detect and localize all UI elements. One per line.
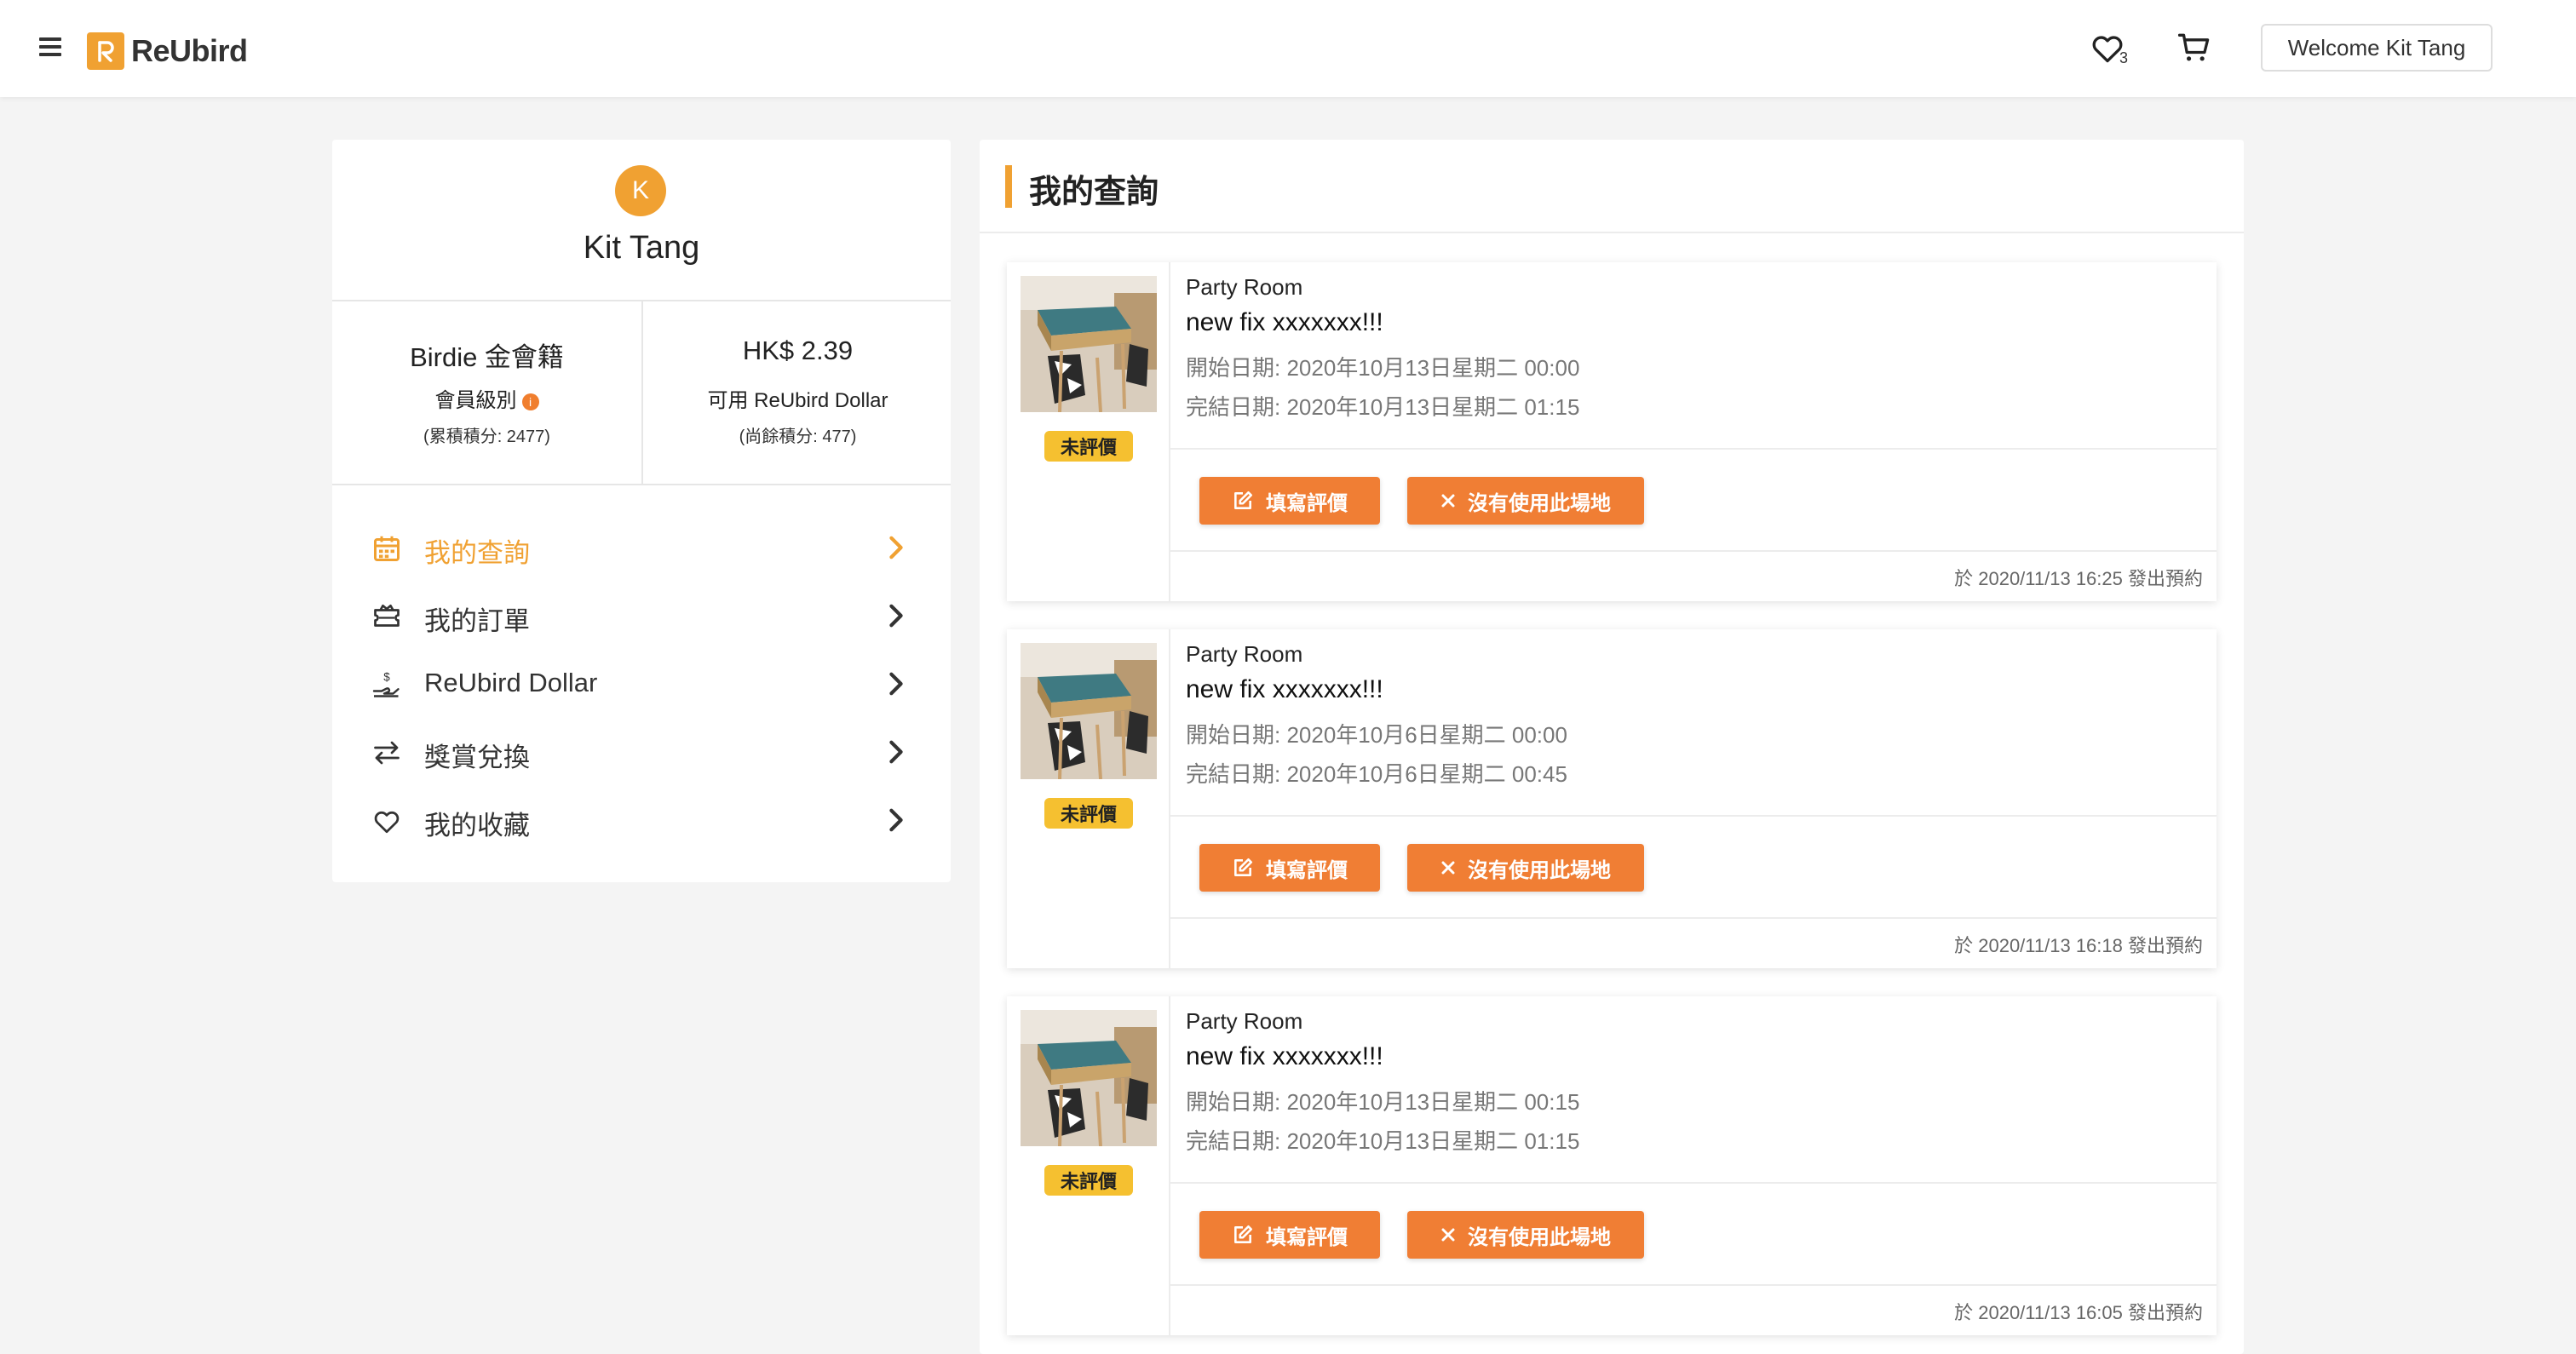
enquiries-panel: 我的查詢 未評價 Party Room new fix xxxxxxx!!! 開… xyxy=(980,140,2244,1354)
membership-label-row: 會員級別 i xyxy=(332,383,641,413)
menu-item-label: ReUbird Dollar xyxy=(424,668,598,697)
logo-mark-icon xyxy=(87,32,124,70)
menu-item-my-orders[interactable]: 我的訂單 xyxy=(332,582,951,651)
profile-panel: K Kit Tang Birdie 金會籍 會員級別 i (累積積分: 2477)… xyxy=(332,140,951,882)
profile-name: Kit Tang xyxy=(583,230,700,266)
chevron-right-icon xyxy=(888,807,905,833)
edit-icon xyxy=(1234,491,1253,509)
venue-category: Party Room xyxy=(1186,1008,1303,1034)
venue-name[interactable]: new fix xxxxxxx!!! xyxy=(1186,1042,1383,1071)
menu-item-reubird-dollar[interactable]: $ ReUbird Dollar xyxy=(332,651,951,719)
svg-text:$: $ xyxy=(383,671,390,684)
avatar: K xyxy=(615,165,666,216)
menu-item-my-enquiries[interactable]: 我的查詢 xyxy=(332,514,951,582)
venue-category: Party Room xyxy=(1186,641,1303,667)
booking-card: 未評價 Party Room new fix xxxxxxx!!! 開始日期: … xyxy=(1007,629,2217,968)
brand-logo[interactable]: ReUbird xyxy=(87,31,248,72)
menu-item-label: 獎賞兌換 xyxy=(424,743,530,772)
divider xyxy=(1170,815,2217,817)
menu-item-label: 我的訂單 xyxy=(424,606,530,636)
not-used-venue-button[interactable]: 沒有使用此場地 xyxy=(1407,844,1644,892)
close-icon xyxy=(1441,494,1455,508)
cart-icon[interactable] xyxy=(2176,29,2213,66)
divider xyxy=(1170,550,2217,552)
write-review-label: 填寫評價 xyxy=(1266,1225,1348,1249)
write-review-button[interactable]: 填寫評價 xyxy=(1199,1211,1380,1259)
divider xyxy=(1170,1284,2217,1286)
chevron-right-icon xyxy=(888,739,905,765)
status-badge: 未評價 xyxy=(1044,431,1133,462)
divider xyxy=(1170,448,2217,450)
close-icon xyxy=(1441,861,1455,875)
calendar-icon xyxy=(371,533,405,564)
write-review-label: 填寫評價 xyxy=(1266,858,1348,882)
start-date: 開始日期: 2020年10月13日星期二 00:00 xyxy=(1186,355,1580,381)
membership-level: Birdie 金會籍 xyxy=(410,342,564,372)
close-icon xyxy=(1441,1228,1455,1242)
menu-item-my-favorites[interactable]: 我的收藏 xyxy=(332,787,951,855)
edit-icon xyxy=(1234,858,1253,876)
brand-name: ReUbird xyxy=(131,33,248,68)
menu-icon[interactable] xyxy=(39,37,61,56)
write-review-button[interactable]: 填寫評價 xyxy=(1199,844,1380,892)
ticket-icon xyxy=(371,601,405,632)
edit-icon xyxy=(1234,1225,1253,1243)
write-review-label: 填寫評價 xyxy=(1266,491,1348,515)
venue-thumbnail[interactable] xyxy=(1021,276,1157,413)
chevron-right-icon xyxy=(888,603,905,628)
balance-points: (尚餘積分: 477) xyxy=(739,427,857,446)
exchange-icon xyxy=(371,737,405,768)
welcome-user-button[interactable]: Welcome Kit Tang xyxy=(2261,24,2493,72)
booking-card: 未評價 Party Room new fix xxxxxxx!!! 開始日期: … xyxy=(1007,996,2217,1335)
write-review-button[interactable]: 填寫評價 xyxy=(1199,477,1380,525)
title-accent-bar xyxy=(1005,165,1012,208)
booking-timestamp: 於 2020/11/13 16:05 發出預約 xyxy=(1954,1302,2203,1323)
start-date: 開始日期: 2020年10月6日星期二 00:00 xyxy=(1186,722,1567,748)
heart-icon xyxy=(371,806,405,836)
not-used-venue-button[interactable]: 沒有使用此場地 xyxy=(1407,1211,1644,1259)
menu-item-label: 我的查詢 xyxy=(424,538,530,568)
membership-label: 會員級別 xyxy=(434,389,517,412)
profile-stats: Birdie 金會籍 會員級別 i (累積積分: 2477) HK$ 2.39 可… xyxy=(332,300,951,485)
booking-timestamp: 於 2020/11/13 16:18 發出預約 xyxy=(1954,935,2203,956)
not-used-venue-button[interactable]: 沒有使用此場地 xyxy=(1407,477,1644,525)
favorites-count: 3 xyxy=(2119,49,2129,66)
menu-item-label: 我的收藏 xyxy=(424,811,530,841)
booking-timestamp: 於 2020/11/13 16:25 發出預約 xyxy=(1954,568,2203,589)
venue-category: Party Room xyxy=(1186,274,1303,300)
start-date: 開始日期: 2020年10月13日星期二 00:15 xyxy=(1186,1089,1580,1115)
booking-card: 未評價 Party Room new fix xxxxxxx!!! 開始日期: … xyxy=(1007,262,2217,601)
panel-header: 我的查詢 xyxy=(980,140,2244,233)
membership-points: (累積積分: 2477) xyxy=(423,427,550,446)
venue-name[interactable]: new fix xxxxxxx!!! xyxy=(1186,675,1383,704)
profile-menu: 我的查詢 我的訂單 $ ReUbird Dollar 獎賞兌換 我的收藏 xyxy=(332,514,951,855)
chevron-right-icon xyxy=(888,671,905,697)
balance-label: 可用 ReUbird Dollar xyxy=(707,389,888,412)
menu-item-rewards-exchange[interactable]: 獎賞兌換 xyxy=(332,719,951,787)
end-date: 完結日期: 2020年10月13日星期二 01:15 xyxy=(1186,394,1580,420)
not-used-venue-label: 沒有使用此場地 xyxy=(1468,858,1611,882)
end-date: 完結日期: 2020年10月13日星期二 01:15 xyxy=(1186,1128,1580,1154)
status-badge: 未評價 xyxy=(1044,1165,1133,1196)
venue-name[interactable]: new fix xxxxxxx!!! xyxy=(1186,308,1383,337)
divider xyxy=(1170,1182,2217,1184)
top-bar: ReUbird 3 Welcome Kit Tang xyxy=(0,0,2576,97)
status-badge: 未評價 xyxy=(1044,798,1133,829)
end-date: 完結日期: 2020年10月6日星期二 00:45 xyxy=(1186,761,1567,787)
page-title: 我的查詢 xyxy=(1029,175,1159,210)
not-used-venue-label: 沒有使用此場地 xyxy=(1468,1225,1611,1249)
chevron-right-icon xyxy=(888,535,905,560)
coin-hand-icon: $ xyxy=(371,669,405,700)
membership-stat: Birdie 金會籍 會員級別 i (累積積分: 2477) xyxy=(332,301,641,484)
venue-thumbnail[interactable] xyxy=(1021,1010,1157,1147)
balance-value: HK$ 2.39 xyxy=(742,336,854,365)
balance-stat: HK$ 2.39 可用 ReUbird Dollar (尚餘積分: 477) xyxy=(641,301,952,484)
divider xyxy=(1170,917,2217,919)
not-used-venue-label: 沒有使用此場地 xyxy=(1468,491,1611,515)
info-icon[interactable]: i xyxy=(521,393,539,410)
venue-thumbnail[interactable] xyxy=(1021,643,1157,780)
